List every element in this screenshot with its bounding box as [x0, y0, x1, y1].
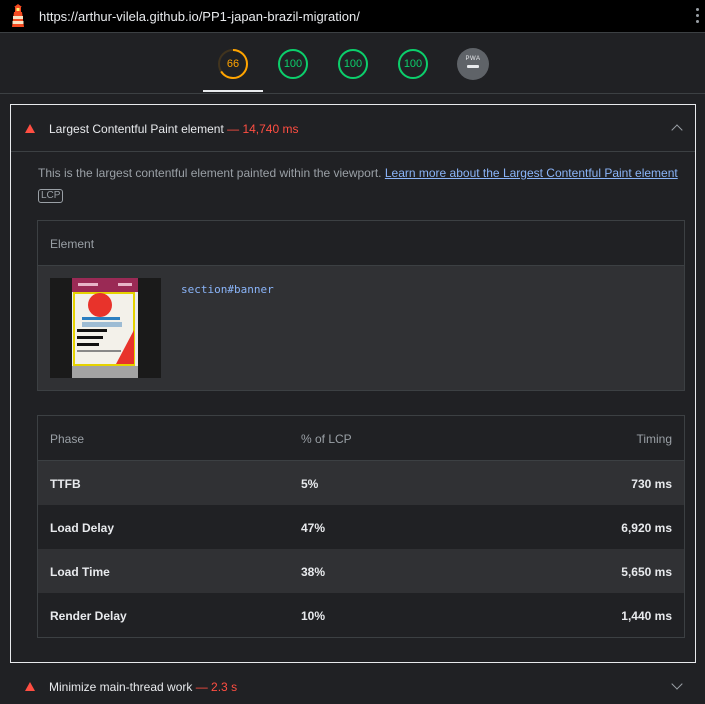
audit-separator: —: [223, 122, 243, 136]
gauge-score: 100: [283, 58, 303, 70]
lcp-phase-table: Phase % of LCP Timing TTFB 5% 730 ms Loa…: [37, 415, 685, 638]
phase-timing: 1,440 ms: [621, 609, 672, 623]
element-selector: section#banner: [181, 283, 274, 296]
phase-timing: 5,650 ms: [621, 565, 672, 579]
description-text: This is the largest contentful element p…: [38, 166, 385, 180]
fail-triangle-icon: [25, 682, 35, 691]
page-url: https://arthur-vilela.github.io/PP1-japa…: [39, 9, 360, 24]
phase-percent: 47%: [301, 521, 326, 535]
element-table: Element section#banner: [37, 220, 685, 391]
phase-table-header: Phase % of LCP Timing: [38, 416, 684, 461]
chevron-up-icon[interactable]: [671, 124, 683, 136]
lighthouse-icon: [12, 4, 24, 27]
audit-header[interactable]: Largest Contentful Paint element — 14,74…: [11, 105, 695, 152]
element-row[interactable]: section#banner: [38, 266, 684, 390]
phase-percent: 10%: [301, 609, 326, 623]
audit-description: This is the largest contentful element p…: [38, 163, 688, 205]
phase-name: Render Delay: [50, 609, 127, 623]
gauge-score: 100: [343, 58, 363, 70]
element-screenshot[interactable]: [50, 278, 161, 378]
banner-thumbnail-image: [72, 278, 138, 378]
element-table-header: Element: [38, 221, 684, 266]
percent-column-header: % of LCP: [301, 432, 352, 446]
audit-lcp-element: Largest Contentful Paint element — 14,74…: [10, 104, 696, 663]
browser-bar: https://arthur-vilela.github.io/PP1-japa…: [0, 0, 705, 33]
phase-timing: 6,920 ms: [621, 521, 672, 535]
phase-percent: 38%: [301, 565, 326, 579]
learn-more-link[interactable]: Learn more about the Largest Contentful …: [385, 166, 678, 180]
table-row: Render Delay 10% 1,440 ms: [38, 593, 684, 637]
audit-main-thread-work[interactable]: Minimize main-thread work — 2.3 s: [10, 664, 696, 704]
gauge-accessibility[interactable]: 100: [277, 48, 309, 80]
gauge-performance[interactable]: 66: [217, 48, 249, 80]
table-row: Load Delay 47% 6,920 ms: [38, 505, 684, 549]
pwa-badge[interactable]: PWA: [457, 48, 489, 80]
phase-name: Load Time: [50, 565, 110, 579]
phase-name: TTFB: [50, 477, 81, 491]
gauge-score: 66: [226, 58, 240, 70]
gauge-seo[interactable]: 100: [397, 48, 429, 80]
audit-title: Largest Contentful Paint element — 14,74…: [49, 122, 299, 136]
audit-display-value: 14,740 ms: [242, 122, 299, 136]
gauge-best-practices[interactable]: 100: [337, 48, 369, 80]
element-column-header: Element: [50, 237, 95, 251]
audit-title-text: Largest Contentful Paint element: [49, 122, 224, 136]
table-row: TTFB 5% 730 ms: [38, 461, 684, 505]
score-gauges: 66 100 100 100 PWA: [0, 33, 705, 93]
fail-triangle-icon: [25, 124, 35, 133]
chevron-down-icon[interactable]: [671, 678, 683, 690]
divider: [0, 93, 705, 94]
pwa-label: PWA: [465, 56, 481, 62]
audit-title-text: Minimize main-thread work: [49, 680, 193, 694]
gauge-score: 100: [403, 58, 423, 70]
pwa-dash-icon: [467, 65, 479, 68]
lcp-tag: LCP: [38, 189, 64, 203]
audit-title: Minimize main-thread work — 2.3 s: [49, 680, 237, 694]
phase-name: Load Delay: [50, 521, 115, 535]
phase-column-header: Phase: [50, 432, 85, 446]
audit-display-value: 2.3 s: [211, 680, 238, 694]
phase-timing: 730 ms: [631, 477, 672, 491]
kebab-menu-icon[interactable]: [694, 8, 700, 26]
timing-column-header: Timing: [636, 432, 672, 446]
phase-percent: 5%: [301, 477, 319, 491]
audit-separator: —: [192, 680, 212, 694]
active-gauge-indicator: [203, 90, 263, 92]
table-row: Load Time 38% 5,650 ms: [38, 549, 684, 593]
